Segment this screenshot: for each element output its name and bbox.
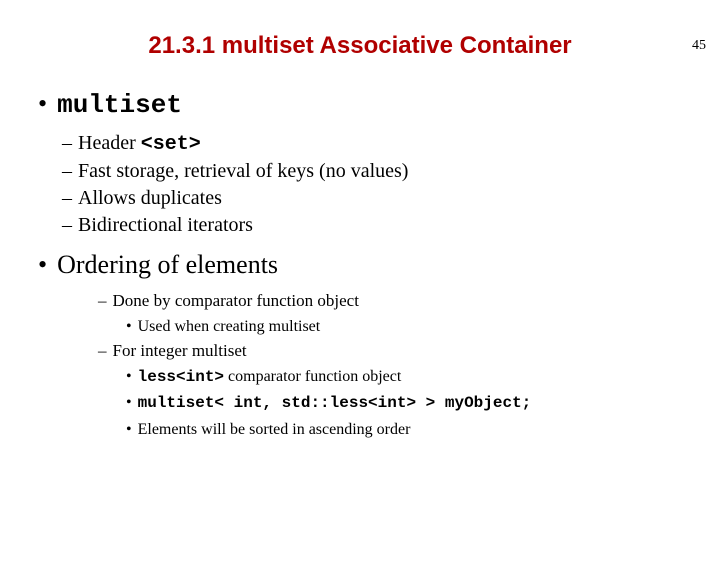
bullet-ordering: •Ordering of elements (38, 249, 700, 282)
dot-icon: • (126, 368, 138, 385)
sub-comparator: –Done by comparator function object (38, 289, 700, 314)
bullet-multiset: •multiset (38, 88, 700, 122)
page-number: 45 (692, 38, 706, 54)
bullet-icon: • (38, 89, 57, 118)
sub-text: Allows duplicates (78, 187, 222, 209)
subsub-mono: multiset< int, std::less<int> > myObject… (138, 394, 532, 412)
slide-content: •multiset –Header <set> –Fast storage, r… (0, 88, 720, 443)
bullet-text: Ordering of elements (57, 250, 278, 279)
sub-text: Fast storage, retrieval of keys (no valu… (78, 160, 408, 182)
sub-duplicates: –Allows duplicates (38, 185, 700, 212)
sub-header-set: –Header <set> (38, 130, 700, 158)
dash-icon: – (62, 132, 78, 154)
dot-icon: • (126, 318, 138, 335)
dot-icon: • (126, 421, 138, 438)
subsub-mono: less<int> (138, 368, 224, 386)
dash-icon: – (62, 214, 78, 236)
dash-icon: – (98, 291, 113, 310)
subsub-multiset-decl: •multiset< int, std::less<int> > myObjec… (38, 390, 700, 417)
sub-text: Header (78, 132, 141, 154)
sub-text: Bidirectional iterators (78, 214, 253, 236)
subsub-text: Used when creating multiset (138, 318, 321, 335)
sub-mono: <set> (141, 133, 201, 156)
dash-icon: – (62, 187, 78, 209)
sub-fast-storage: –Fast storage, retrieval of keys (no val… (38, 158, 700, 185)
subsub-ascending: •Elements will be sorted in ascending or… (38, 417, 700, 443)
subsub-used-when: •Used when creating multiset (38, 314, 700, 340)
dash-icon: – (98, 341, 113, 360)
bullet-text: multiset (57, 90, 182, 120)
sub-integer-multiset: –For integer multiset (38, 339, 700, 364)
subsub-suffix: comparator function object (224, 368, 401, 385)
bullet-icon: • (38, 250, 57, 279)
subsub-less-int: •less<int> comparator function object (38, 364, 700, 391)
sub-text: For integer multiset (113, 341, 247, 360)
sub-text: Done by comparator function object (113, 291, 359, 310)
sub-bidirectional: –Bidirectional iterators (38, 212, 700, 239)
dot-icon: • (126, 394, 138, 411)
slide-title: 21.3.1 multiset Associative Container (0, 32, 720, 60)
dash-icon: – (62, 160, 78, 182)
subsub-text: Elements will be sorted in ascending ord… (138, 421, 411, 438)
